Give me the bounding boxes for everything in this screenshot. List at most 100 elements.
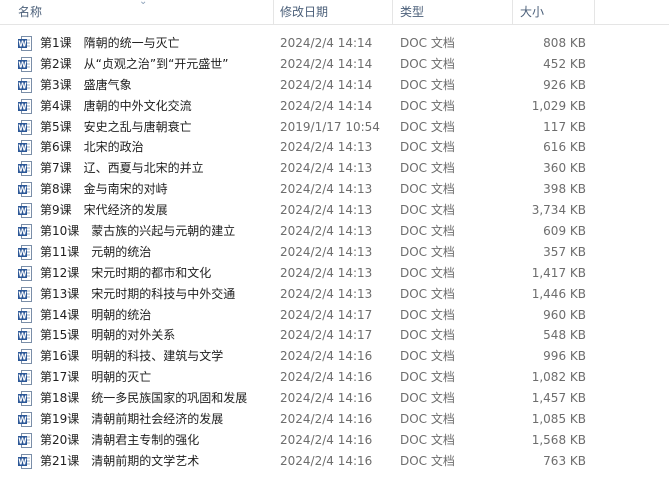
file-name: 第5课 安史之乱与唐朝衰亡 — [40, 119, 192, 134]
column-header-type[interactable]: 类型 — [394, 0, 512, 24]
file-name: 第13课 宋元时期的科技与中外交通 — [40, 286, 236, 301]
sort-caret-icon: ⌄ — [139, 0, 148, 7]
file-name: 第1课 隋朝的统一与灭亡 — [40, 36, 180, 50]
file-row[interactable]: W 第12课 宋元时期的都市和文化 2024/2/4 14:13 DOC 文档 1,41… — [0, 263, 669, 284]
file-row[interactable]: W 第16课 明朝的科技、建筑与文学 2024/2/4 14:16 DOC 文档 996… — [0, 346, 669, 367]
file-modified-date: 2024/2/4 14:16 — [280, 412, 373, 427]
file-size: 398 KB — [543, 182, 586, 197]
file-name: 第7课 辽、西夏与北宋的并立 — [40, 161, 204, 176]
file-size: 1,029 KB — [531, 98, 586, 113]
word-document-icon: W — [18, 200, 34, 221]
file-name: 第21课 清朝前期的文学艺术 — [40, 453, 200, 468]
file-name: 第17课 明朝的灭亡 — [40, 370, 152, 385]
column-divider[interactable] — [594, 0, 595, 24]
column-divider[interactable] — [392, 0, 393, 24]
word-document-icon: W — [18, 325, 34, 346]
svg-text:W: W — [18, 228, 27, 237]
file-type: DOC 文档 — [400, 36, 455, 50]
file-type: DOC 文档 — [400, 98, 455, 113]
file-row[interactable]: W 第5课 安史之乱与唐朝衰亡 2019/1/17 10:54 DOC 文档 117 K… — [0, 117, 669, 138]
file-name: 第16课 明朝的科技、建筑与文学 — [40, 349, 224, 364]
file-type: DOC 文档 — [400, 244, 455, 259]
column-header-date-label: 修改日期 — [280, 5, 329, 19]
file-modified-date: 2024/2/4 14:16 — [280, 432, 373, 447]
file-size: 117 KB — [543, 119, 586, 134]
file-type: DOC 文档 — [400, 140, 455, 155]
file-size: 808 KB — [543, 36, 586, 50]
file-type: DOC 文档 — [400, 203, 455, 218]
file-row[interactable]: W 第19课 清朝前期社会经济的发展 2024/2/4 14:16 DOC 文档 1,0… — [0, 409, 669, 430]
svg-text:W: W — [18, 416, 27, 425]
file-modified-date: 2024/2/4 14:17 — [280, 328, 373, 343]
file-row[interactable]: W 第13课 宋元时期的科技与中外交通 2024/2/4 14:13 DOC 文档 1,… — [0, 284, 669, 305]
file-type: DOC 文档 — [400, 161, 455, 176]
file-type: DOC 文档 — [400, 224, 455, 239]
file-name: 第11课 元朝的统治 — [40, 244, 152, 259]
file-modified-date: 2024/2/4 14:13 — [280, 161, 373, 176]
file-type: DOC 文档 — [400, 349, 455, 364]
word-document-icon: W — [18, 33, 34, 54]
word-document-icon: W — [18, 284, 34, 305]
svg-text:W: W — [18, 332, 27, 341]
file-size: 1,568 KB — [531, 432, 586, 447]
file-size: 1,085 KB — [531, 412, 586, 427]
file-modified-date: 2024/2/4 14:13 — [280, 182, 373, 197]
file-type: DOC 文档 — [400, 328, 455, 343]
file-row[interactable]: W 第17课 明朝的灭亡 2024/2/4 14:16 DOC 文档 1,082 KB — [0, 367, 669, 388]
file-modified-date: 2024/2/4 14:14 — [280, 98, 373, 113]
svg-text:W: W — [18, 144, 27, 153]
file-size: 926 KB — [543, 77, 586, 92]
word-document-icon: W — [18, 430, 34, 451]
file-size: 452 KB — [543, 56, 586, 71]
file-size: 996 KB — [543, 349, 586, 364]
file-row[interactable]: W 第6课 北宋的政治 2024/2/4 14:13 DOC 文档 616 KB — [0, 137, 669, 158]
file-modified-date: 2024/2/4 14:14 — [280, 77, 373, 92]
file-type: DOC 文档 — [400, 391, 455, 406]
file-modified-date: 2024/2/4 14:13 — [280, 265, 373, 280]
file-row[interactable]: W 第10课 蒙古族的兴起与元朝的建立 2024/2/4 14:13 DOC 文档 60… — [0, 221, 669, 242]
word-document-icon: W — [18, 367, 34, 388]
file-row[interactable]: W 第4课 唐朝的中外文化交流 2024/2/4 14:14 DOC 文档 1,029 … — [0, 96, 669, 117]
file-row[interactable]: W 第9课 宋代经济的发展 2024/2/4 14:13 DOC 文档 3,734 KB — [0, 200, 669, 221]
svg-text:W: W — [18, 395, 27, 404]
file-row[interactable]: W 第18课 统一多民族国家的巩固和发展 2024/2/4 14:16 DOC 文档 1… — [0, 388, 669, 409]
word-document-icon: W — [18, 242, 34, 263]
file-row[interactable]: W 第3课 盛唐气象 2024/2/4 14:14 DOC 文档 926 KB — [0, 75, 669, 96]
file-modified-date: 2024/2/4 14:16 — [280, 349, 373, 364]
file-type: DOC 文档 — [400, 182, 455, 197]
file-type: DOC 文档 — [400, 265, 455, 280]
file-name: 第20课 清朝君主专制的强化 — [40, 432, 200, 447]
file-type: DOC 文档 — [400, 307, 455, 322]
file-row[interactable]: W 第8课 金与南宋的对峙 2024/2/4 14:13 DOC 文档 398 KB — [0, 179, 669, 200]
column-header-size[interactable]: 大小 — [514, 0, 594, 24]
word-document-icon: W — [18, 451, 34, 472]
column-divider[interactable] — [512, 0, 513, 24]
file-size: 1,082 KB — [531, 370, 586, 385]
file-row[interactable]: W 第14课 明朝的统治 2024/2/4 14:17 DOC 文档 960 KB — [0, 305, 669, 326]
column-header-date[interactable]: 修改日期 — [274, 0, 392, 24]
file-row[interactable]: W 第21课 清朝前期的文学艺术 2024/2/4 14:16 DOC 文档 763 K… — [0, 451, 669, 472]
file-row[interactable]: W 第1课 隋朝的统一与灭亡 2024/2/4 14:14 DOC 文档 808 KB — [0, 33, 669, 54]
file-list: W 第1课 隋朝的统一与灭亡 2024/2/4 14:14 DOC 文档 808 KB W… — [0, 33, 669, 472]
word-document-icon: W — [18, 409, 34, 430]
file-name: 第19课 清朝前期社会经济的发展 — [40, 412, 224, 427]
column-header-size-label: 大小 — [520, 5, 545, 19]
file-row[interactable]: W 第2课 从“贞观之治”到“开元盛世” 2024/2/4 14:14 DOC 文档 4… — [0, 54, 669, 75]
file-size: 360 KB — [543, 161, 586, 176]
file-modified-date: 2024/2/4 14:14 — [280, 36, 373, 50]
file-row[interactable]: W 第15课 明朝的对外关系 2024/2/4 14:17 DOC 文档 548 KB — [0, 325, 669, 346]
svg-text:W: W — [18, 374, 27, 383]
file-name: 第15课 明朝的对外关系 — [40, 328, 176, 343]
file-name: 第4课 唐朝的中外文化交流 — [40, 98, 192, 113]
file-row[interactable]: W 第20课 清朝君主专制的强化 2024/2/4 14:16 DOC 文档 1,568… — [0, 430, 669, 451]
file-type: DOC 文档 — [400, 286, 455, 301]
file-row[interactable]: W 第11课 元朝的统治 2024/2/4 14:13 DOC 文档 357 KB — [0, 242, 669, 263]
file-size: 1,457 KB — [531, 391, 586, 406]
file-name: 第6课 北宋的政治 — [40, 140, 144, 155]
file-name: 第2课 从“贞观之治”到“开元盛世” — [40, 56, 229, 71]
svg-text:W: W — [18, 290, 27, 299]
file-name: 第3课 盛唐气象 — [40, 77, 132, 92]
file-row[interactable]: W 第7课 辽、西夏与北宋的并立 2024/2/4 14:13 DOC 文档 360 K… — [0, 158, 669, 179]
word-document-icon: W — [18, 346, 34, 367]
column-header-type-label: 类型 — [400, 5, 425, 19]
